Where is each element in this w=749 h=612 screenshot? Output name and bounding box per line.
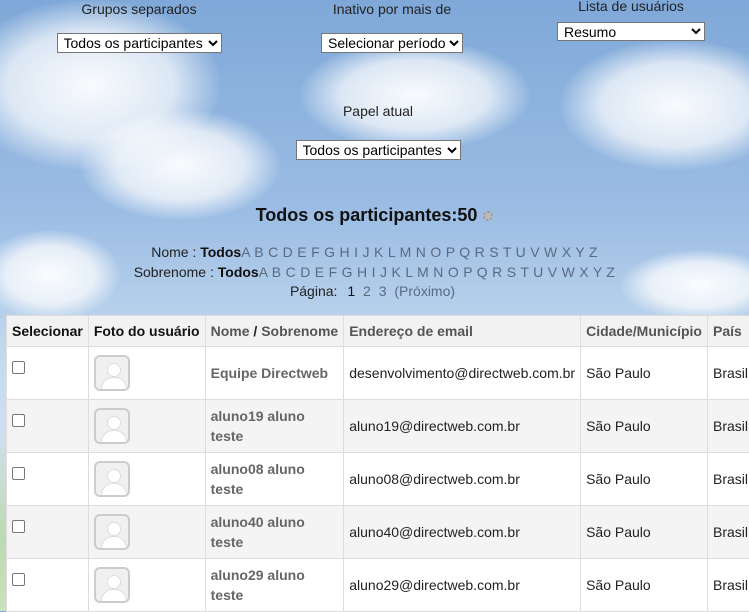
table-header-row: Selecionar Foto do usuário Nome / Sobren… — [7, 316, 749, 347]
role-select[interactable]: Todos os participantes — [296, 140, 461, 160]
lastname-initials-bar: Sobrenome : TodosA B C D E F G H I J K L… — [0, 264, 749, 280]
table-row: aluno08 aluno teste aluno08@directweb.co… — [7, 453, 749, 506]
sort-firstname-link[interactable]: Nome — [211, 323, 250, 339]
user-email: aluno40@directweb.com.br — [344, 506, 581, 559]
role-filter: Papel atual Todos os participantes — [293, 103, 463, 160]
lastname-letters[interactable]: A B C D E F G H I J K L M N O P Q R S T … — [259, 264, 616, 280]
firstname-letters[interactable]: A B C D E F G H I J K L M N O P Q R S T … — [241, 244, 598, 260]
user-name-link[interactable]: aluno19 aluno teste — [205, 400, 344, 453]
col-city[interactable]: Cidade/Município — [581, 316, 708, 347]
select-checkbox[interactable] — [12, 361, 25, 374]
avatar[interactable] — [94, 461, 130, 497]
select-checkbox[interactable] — [12, 520, 25, 533]
page-title: Todos os participantes:50 — [0, 205, 749, 226]
col-name-sep: / — [253, 323, 257, 339]
user-email: desenvolvimento@directweb.com.br — [344, 347, 581, 400]
select-checkbox[interactable] — [12, 467, 25, 480]
firstname-initials-label: Nome : — [151, 244, 196, 260]
user-country: Brasil — [707, 559, 749, 612]
avatar[interactable] — [94, 514, 130, 550]
page-title-text: Todos os participantes:50 — [256, 205, 478, 225]
inactive-select[interactable]: Selecionar período — [321, 33, 463, 53]
userlist-filter: Lista de usuários Resumo — [554, 0, 708, 41]
sort-lastname-link[interactable]: Sobrenome — [261, 323, 338, 339]
page-current: 1 — [347, 283, 355, 299]
user-email: aluno19@directweb.com.br — [344, 400, 581, 453]
col-name: Nome / Sobrenome — [205, 316, 344, 347]
select-checkbox[interactable] — [12, 414, 25, 427]
user-city: São Paulo — [581, 453, 708, 506]
user-email: aluno08@directweb.com.br — [344, 453, 581, 506]
col-photo: Foto do usuário — [88, 316, 205, 347]
table-row: Equipe Directweb desenvolvimento@directw… — [7, 347, 749, 400]
page-3-link[interactable]: 3 — [379, 283, 387, 299]
role-filter-label: Papel atual — [293, 103, 463, 119]
user-city: São Paulo — [581, 506, 708, 559]
lastname-initials-label: Sobrenome : — [134, 264, 214, 280]
user-country: Brasil — [707, 347, 749, 400]
firstname-all[interactable]: Todos — [200, 244, 241, 260]
groups-filter-label: Grupos separados — [55, 1, 223, 17]
avatar[interactable] — [94, 355, 130, 391]
user-name-link[interactable]: aluno29 aluno teste — [205, 559, 344, 612]
groups-select[interactable]: Todos os participantes — [57, 33, 222, 53]
table-row: aluno29 aluno teste aluno29@directweb.co… — [7, 559, 749, 612]
user-name-link[interactable]: aluno08 aluno teste — [205, 453, 344, 506]
col-select: Selecionar — [7, 316, 89, 347]
user-country: Brasil — [707, 400, 749, 453]
table-row: aluno40 aluno teste aluno40@directweb.co… — [7, 506, 749, 559]
user-city: São Paulo — [581, 347, 708, 400]
next-page-link[interactable]: (Próximo) — [394, 283, 455, 299]
table-row: aluno19 aluno teste aluno19@directweb.co… — [7, 400, 749, 453]
user-name-link[interactable]: Equipe Directweb — [205, 347, 344, 400]
inactive-filter: Inativo por mais de Selecionar período — [318, 1, 466, 53]
user-name-link[interactable]: aluno40 aluno teste — [205, 506, 344, 559]
pagination-label: Página: — [290, 283, 337, 299]
user-email: aluno29@directweb.com.br — [344, 559, 581, 612]
inactive-filter-label: Inativo por mais de — [318, 1, 466, 17]
user-city: São Paulo — [581, 559, 708, 612]
user-city: São Paulo — [581, 400, 708, 453]
gear-icon[interactable] — [483, 211, 493, 221]
col-email[interactable]: Endereço de email — [344, 316, 581, 347]
page-2-link[interactable]: 2 — [363, 283, 371, 299]
participants-table: Selecionar Foto do usuário Nome / Sobren… — [6, 315, 749, 612]
avatar[interactable] — [94, 408, 130, 444]
lastname-all[interactable]: Todos — [218, 264, 259, 280]
select-checkbox[interactable] — [12, 573, 25, 586]
pagination: Página: 1 2 3 (Próximo) — [0, 283, 749, 299]
col-country[interactable]: País — [707, 316, 749, 347]
firstname-initials-bar: Nome : TodosA B C D E F G H I J K L M N … — [0, 244, 749, 260]
userlist-select[interactable]: Resumo — [557, 22, 705, 41]
avatar[interactable] — [94, 567, 130, 603]
user-country: Brasil — [707, 506, 749, 559]
groups-filter: Grupos separados Todos os participantes — [55, 1, 223, 53]
user-country: Brasil — [707, 453, 749, 506]
userlist-filter-label: Lista de usuários — [554, 0, 708, 14]
